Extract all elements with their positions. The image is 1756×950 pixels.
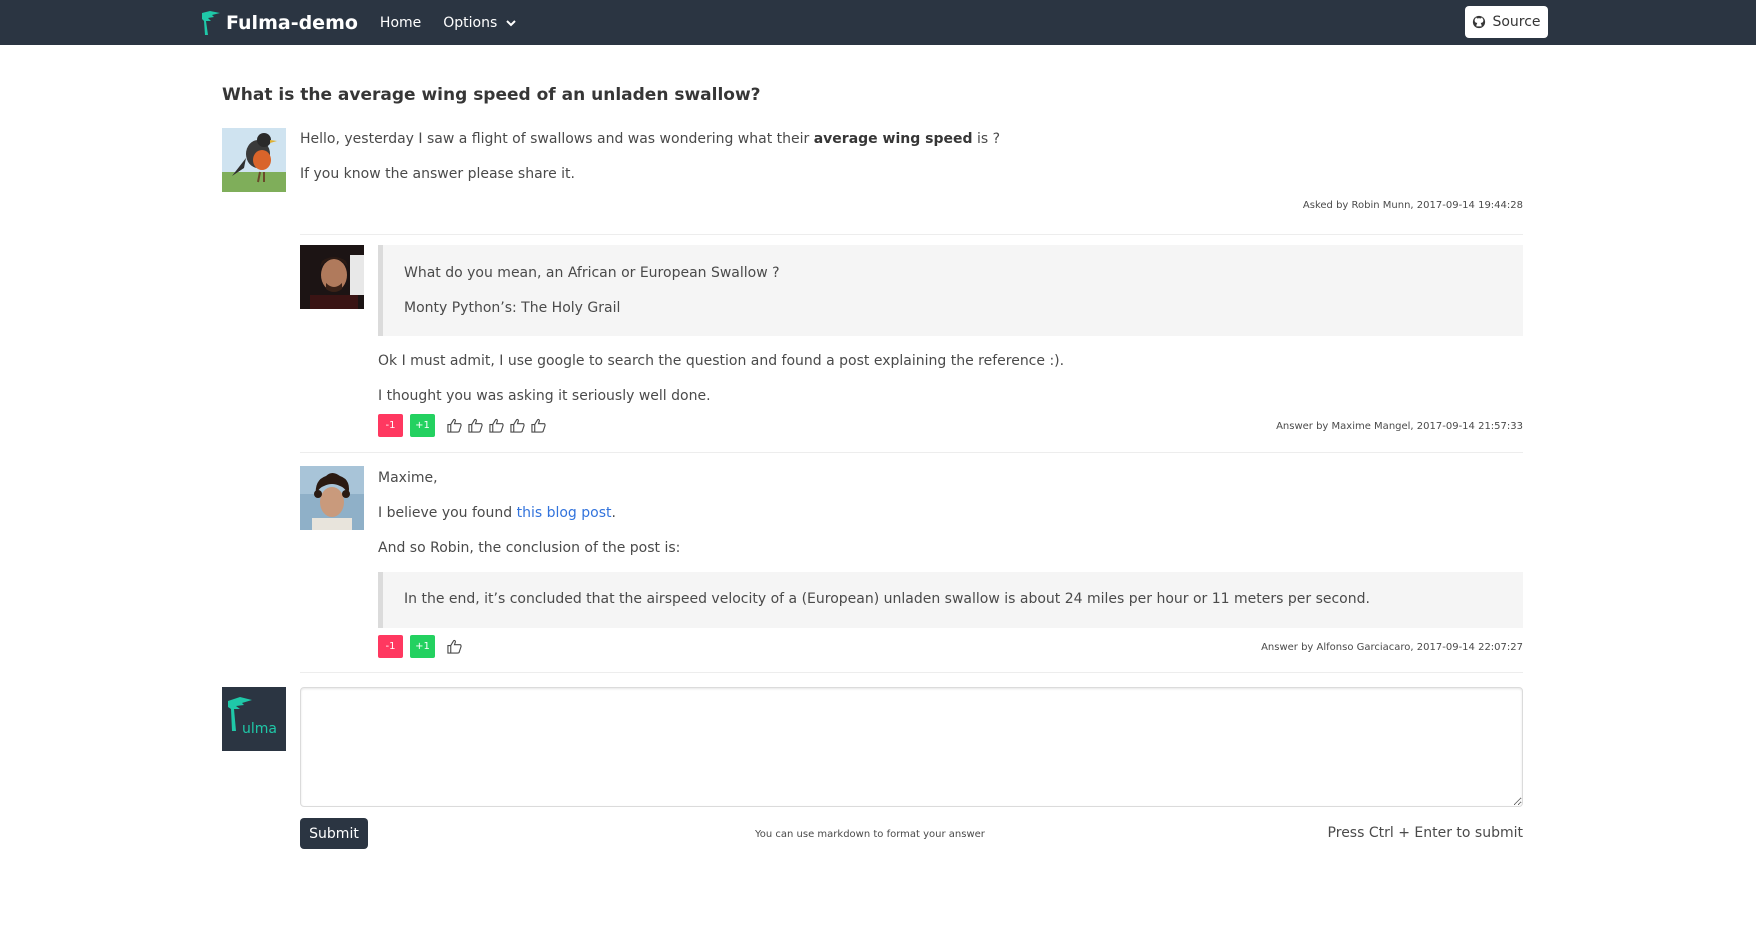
maxime-photo	[300, 245, 364, 309]
divider	[300, 672, 1523, 673]
answer-2-blockquote: In the end, it’s concluded that the airs…	[378, 572, 1523, 628]
nav-home[interactable]: Home	[380, 15, 421, 31]
question-line-1-prefix: Hello, yesterday I saw a flight of swall…	[300, 131, 814, 147]
markdown-hint: You can use markdown to format your answ…	[755, 829, 985, 840]
question-title: What is the average wing speed of an unl…	[222, 85, 761, 105]
shortcut-hint: Press Ctrl + Enter to submit	[1327, 825, 1523, 841]
question-line-1: Hello, yesterday I saw a flight of swall…	[300, 131, 1000, 147]
nav-options[interactable]: Options	[443, 15, 517, 31]
brand-name: Fulma-demo	[226, 11, 358, 34]
nav-options-label: Options	[443, 14, 498, 31]
answer-1-quote-line-1: What do you mean, an African or European…	[404, 265, 780, 281]
answer-1-blockquote: What do you mean, an African or European…	[378, 245, 1523, 336]
answer-2-line-2: I believe you found this blog post.	[378, 505, 616, 521]
answer-2-meta: Answer by Alfonso Garciacaro, 2017-09-14…	[1261, 642, 1523, 653]
downvote-button[interactable]: -1	[378, 635, 403, 658]
answer-2-line-2-prefix: I believe you found	[378, 505, 517, 521]
source-label: Source	[1492, 14, 1541, 30]
avatar-fulma: ulma	[222, 687, 286, 751]
divider	[300, 234, 1523, 235]
navbar-content: Fulma-demo Home Options	[200, 0, 517, 45]
question-line-2: If you know the answer please share it.	[300, 166, 575, 182]
answer-2-line-1: Maxime,	[378, 470, 438, 486]
question-line-1-bold: average wing speed	[813, 131, 973, 147]
blog-post-link[interactable]: this blog post	[517, 505, 612, 521]
github-icon	[1473, 15, 1486, 29]
question-meta: Asked by Robin Munn, 2017-09-14 19:44:28	[1302, 200, 1523, 211]
divider	[300, 452, 1523, 453]
downvote-button[interactable]: -1	[378, 414, 403, 437]
avatar-robin	[222, 128, 286, 192]
answer-2-line-2-suffix: .	[611, 505, 616, 521]
chevron-down-icon	[506, 19, 517, 26]
question-line-1-suffix: is ?	[972, 131, 1001, 147]
thumbs-up-icon	[468, 418, 483, 433]
answer-2-quote-text: In the end, it’s concluded that the airs…	[404, 591, 1370, 607]
fulma-avatar-text: ulma	[242, 721, 277, 737]
navbar: Fulma-demo Home Options Source	[0, 0, 1756, 45]
answer-1-line-2: I thought you was asking it seriously we…	[378, 388, 711, 404]
submit-button[interactable]: Submit	[300, 818, 368, 849]
fulma-logo-icon	[228, 697, 252, 731]
brand[interactable]: Fulma-demo	[200, 9, 358, 37]
answer-1-quote-line-2: Monty Python’s: The Holy Grail	[404, 300, 621, 316]
fulma-logo-icon	[202, 10, 220, 35]
thumbs-up-icon	[447, 639, 462, 654]
robin-bird-image	[222, 128, 286, 192]
answer-2-line-3: And so Robin, the conclusion of the post…	[378, 540, 681, 556]
thumbs-up-icon	[531, 418, 546, 433]
answer-1-line-1: Ok I must admit, I use google to search …	[378, 353, 1065, 369]
answer-textarea[interactable]	[300, 687, 1523, 807]
answer-1-meta: Answer by Maxime Mangel, 2017-09-14 21:5…	[1276, 421, 1523, 432]
thumbs-up-icon	[447, 418, 462, 433]
thumbs-up-icon	[489, 418, 504, 433]
source-button[interactable]: Source	[1465, 6, 1548, 38]
avatar-maxime	[300, 245, 364, 309]
avatar-alfonso	[300, 466, 364, 530]
alfonso-photo	[300, 466, 364, 530]
thumbs-up-icon	[510, 418, 525, 433]
upvote-button[interactable]: +1	[410, 635, 435, 658]
upvote-button[interactable]: +1	[410, 414, 435, 437]
